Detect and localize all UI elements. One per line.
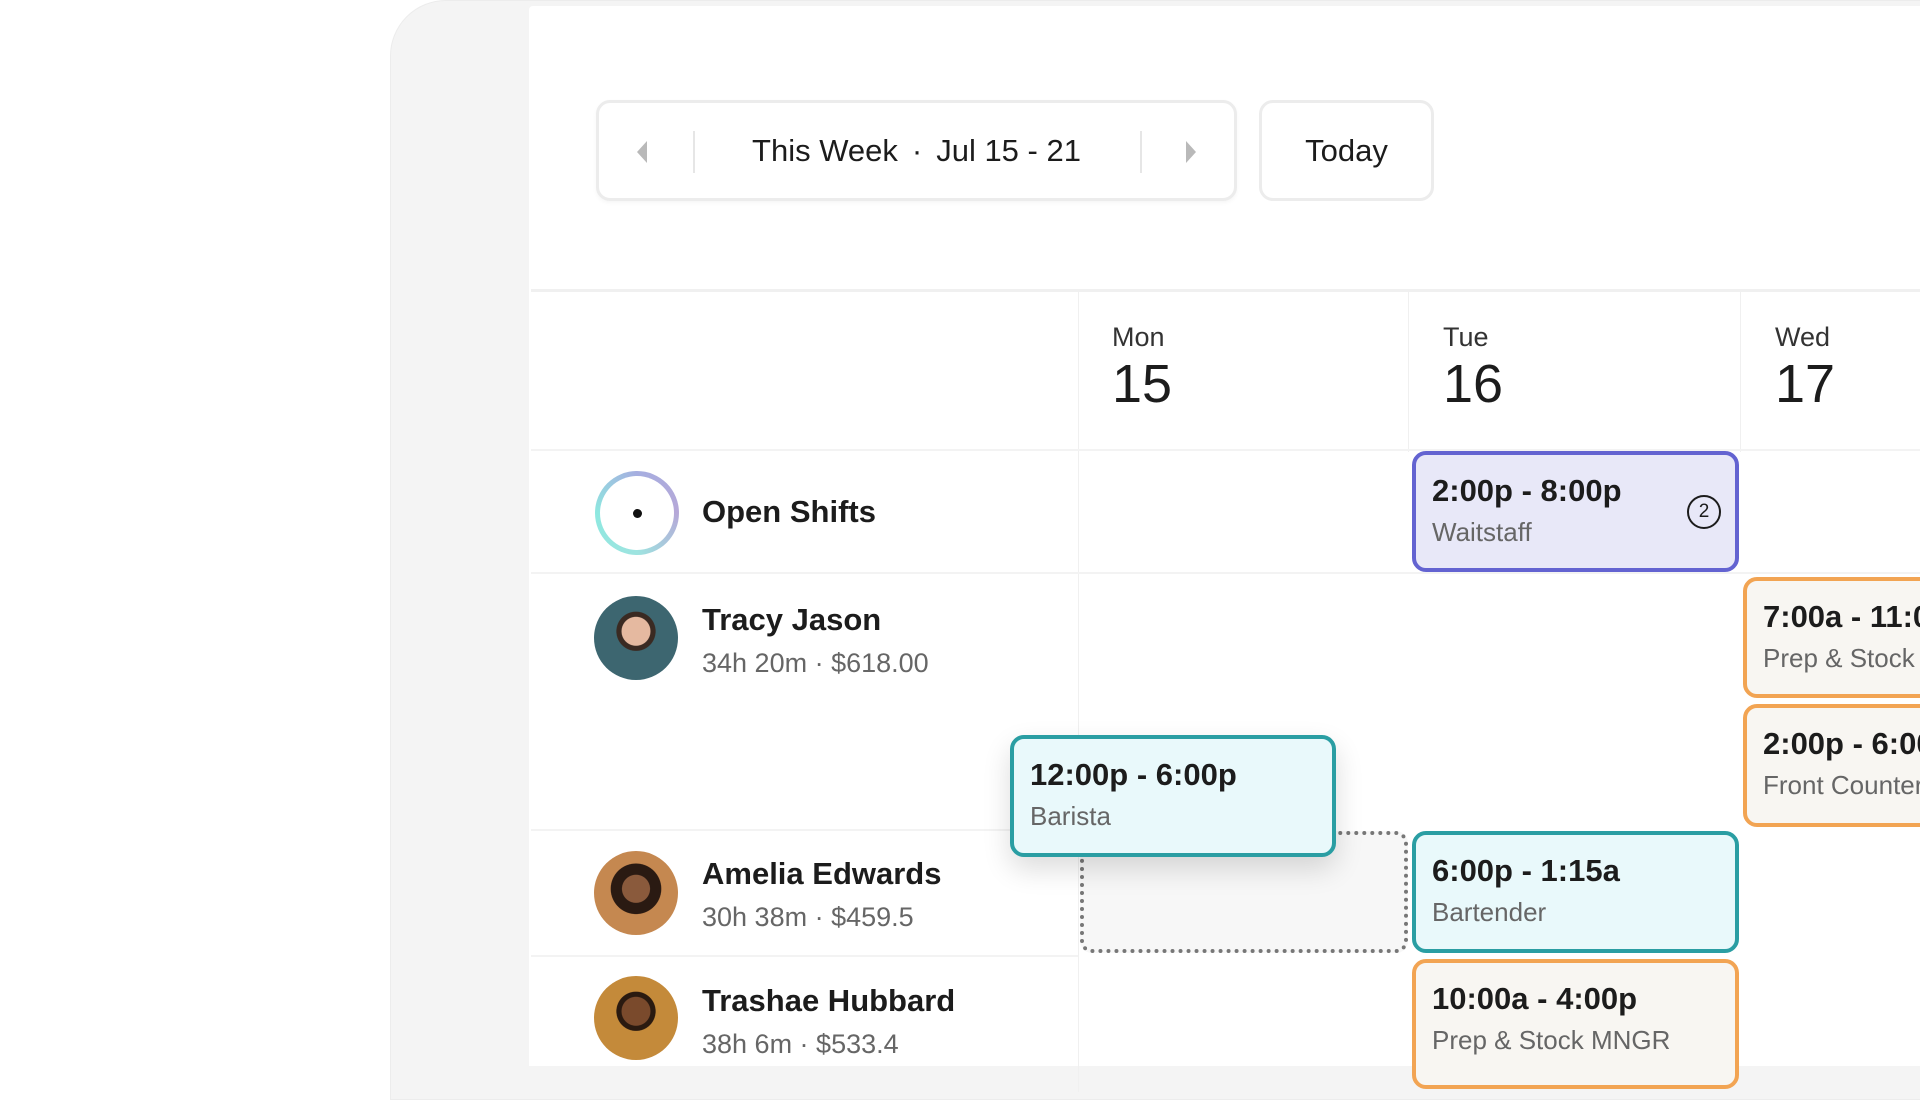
avatar — [594, 976, 678, 1060]
day-header-wed: Wed 17 — [1775, 322, 1835, 415]
day-header-mon: Mon 15 — [1112, 322, 1172, 415]
avatar — [594, 596, 678, 680]
shift-time: 12:00p - 6:00p — [1030, 757, 1237, 792]
day-number: 17 — [1775, 354, 1836, 414]
shift-prep-stock[interactable]: 7:00a - 11:00a Prep & Stock — [1743, 577, 1920, 698]
row-divider — [531, 829, 1078, 831]
shift-role: Bartender — [1432, 897, 1547, 927]
shift-role: Prep & Stock MNGR — [1432, 1025, 1671, 1055]
row-divider — [531, 572, 1920, 574]
row-summary: 38h 6m · $533.4 — [702, 1029, 899, 1059]
shift-role: Front Counter — [1763, 770, 1920, 800]
row-summary: 34h 20m · $618.00 — [702, 648, 929, 678]
column-divider — [1408, 292, 1409, 452]
row-name: Tracy Jason — [702, 602, 882, 637]
week-label: This Week — [752, 132, 898, 168]
shift-role: Waitstaff — [1432, 517, 1532, 547]
employee-amelia[interactable]: Amelia Edwards 30h 38m · $459.5 — [702, 856, 941, 933]
shift-role: Barista — [1030, 801, 1111, 831]
date-range: Jul 15 - 21 — [936, 132, 1081, 168]
row-name: Open Shifts — [702, 494, 876, 529]
day-header-tue: Tue 16 — [1443, 322, 1503, 415]
week-navigator: This Week · Jul 15 - 21 — [596, 100, 1237, 201]
sidebar — [390, 0, 869, 1056]
row-name: Amelia Edwards — [702, 856, 942, 891]
shift-time: 7:00a - 11:00a — [1763, 599, 1920, 634]
column-divider — [1740, 292, 1741, 452]
shift-prep-stock-mngr[interactable]: 10:00a - 4:00p Prep & Stock MNGR — [1412, 959, 1739, 1089]
shift-time: 10:00a - 4:00p — [1432, 981, 1638, 1016]
shift-time: 2:00p - 6:00p — [1763, 726, 1920, 761]
employee-trashae[interactable]: Trashae Hubbard 38h 6m · $533.4 — [702, 983, 955, 1060]
open-count-badge: 2 — [1687, 495, 1721, 529]
day-number: 16 — [1443, 354, 1504, 414]
separator-dot: · — [911, 132, 923, 168]
avatar — [594, 851, 678, 935]
shift-bartender[interactable]: 6:00p - 1:15a Bartender — [1412, 831, 1739, 953]
employee-tracy[interactable]: Tracy Jason 34h 20m · $618.00 — [702, 602, 929, 679]
day-number: 15 — [1112, 354, 1173, 414]
chevron-right-icon[interactable] — [1184, 141, 1198, 163]
day-of-week: Tue — [1443, 322, 1489, 352]
shift-barista-dragging[interactable]: 12:00p - 6:00p Barista — [1010, 735, 1336, 857]
shift-time: 6:00p - 1:15a — [1432, 853, 1620, 888]
shift-open-waitstaff[interactable]: 2:00p - 8:00p Waitstaff 2 — [1412, 451, 1739, 572]
header-divider — [531, 289, 1920, 292]
day-of-week: Mon — [1112, 322, 1165, 352]
column-divider — [1078, 292, 1079, 1092]
row-name: Trashae Hubbard — [702, 983, 956, 1018]
row-summary: 30h 38m · $459.5 — [702, 902, 914, 932]
week-range-label[interactable]: This Week · Jul 15 - 21 — [599, 103, 1234, 198]
divider — [1140, 131, 1142, 173]
shift-time: 2:00p - 8:00p — [1432, 473, 1622, 508]
shift-front-counter[interactable]: 2:00p - 6:00p Front Counter — [1743, 704, 1920, 827]
shift-role: Prep & Stock — [1763, 643, 1915, 673]
row-divider — [531, 955, 1078, 957]
open-shifts-icon — [595, 471, 679, 555]
day-of-week: Wed — [1775, 322, 1831, 352]
today-button[interactable]: Today — [1259, 100, 1434, 201]
